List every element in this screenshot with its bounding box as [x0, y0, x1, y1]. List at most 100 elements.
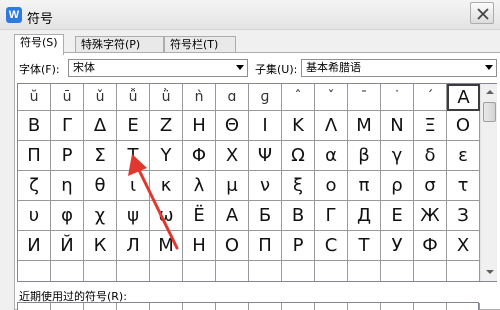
symbol-cell[interactable]: М [150, 231, 183, 261]
symbol-cell[interactable]: Γ [51, 111, 84, 141]
symbol-cell[interactable]: Ε [117, 111, 150, 141]
symbol-cell[interactable]: Б [249, 201, 282, 231]
symbol-cell[interactable]: Л [117, 231, 150, 261]
symbol-cell[interactable] [150, 261, 183, 281]
symbol-cell[interactable]: ε [447, 141, 480, 171]
tab-symbols[interactable]: 符号(S) [14, 34, 64, 55]
symbol-cell[interactable]: В [282, 201, 315, 231]
symbol-cell[interactable]: ο [315, 171, 348, 201]
symbol-cell[interactable]: Е [381, 201, 414, 231]
symbol-cell[interactable]: Ф [414, 231, 447, 261]
symbol-cell[interactable]: Σ [84, 141, 117, 171]
symbol-cell[interactable]: Ω [282, 141, 315, 171]
symbol-cell[interactable]: Ψ [249, 141, 282, 171]
symbol-cell[interactable]: κ [150, 171, 183, 201]
font-select[interactable]: 宋体 [68, 59, 248, 77]
symbol-cell[interactable]: Ж [414, 201, 447, 231]
symbol-cell[interactable]: Р [282, 231, 315, 261]
symbol-cell[interactable]: ω [150, 201, 183, 231]
symbol-cell[interactable]: ρ [381, 171, 414, 201]
symbol-cell[interactable]: Χ [216, 141, 249, 171]
subset-select[interactable]: 基本希腊语 [301, 59, 497, 77]
symbol-cell[interactable]: Κ [282, 111, 315, 141]
symbol-cell[interactable]: Ο [447, 111, 480, 141]
symbol-cell[interactable]: Τ [117, 141, 150, 171]
symbol-cell[interactable]: ˆ [282, 84, 315, 111]
symbol-cell[interactable]: χ [84, 201, 117, 231]
symbol-cell[interactable]: Λ [315, 111, 348, 141]
symbol-cell[interactable]: Μ [348, 111, 381, 141]
symbol-cell[interactable]: Φ [183, 141, 216, 171]
symbol-cell[interactable] [216, 261, 249, 281]
symbol-cell[interactable]: β [348, 141, 381, 171]
scroll-thumb[interactable] [483, 102, 496, 122]
symbol-cell[interactable] [18, 261, 51, 281]
symbol-cell[interactable]: ǹ [183, 84, 216, 111]
symbol-cell[interactable]: ǜ [150, 84, 183, 111]
symbol-cell[interactable] [348, 261, 381, 281]
symbol-cell[interactable]: Ξ [414, 111, 447, 141]
symbol-cell[interactable]: ǔ [84, 84, 117, 111]
symbol-cell[interactable]: φ [51, 201, 84, 231]
symbol-cell[interactable]: П [249, 231, 282, 261]
symbol-cell[interactable]: ɑ [216, 84, 249, 111]
symbol-cell[interactable]: σ [414, 171, 447, 201]
symbol-cell[interactable] [249, 261, 282, 281]
symbol-cell[interactable]: ǚ [117, 84, 150, 111]
symbol-cell[interactable]: ˙ [381, 84, 414, 111]
symbol-cell[interactable]: Ν [381, 111, 414, 141]
symbol-cell[interactable]: Г [315, 201, 348, 231]
symbol-cell[interactable] [84, 261, 117, 281]
symbol-cell[interactable]: Ι [249, 111, 282, 141]
symbol-cell[interactable]: У [381, 231, 414, 261]
symbol-cell[interactable]: τ [447, 171, 480, 201]
symbol-cell[interactable]: З [447, 201, 480, 231]
symbol-cell[interactable]: Н [183, 231, 216, 261]
symbol-cell[interactable]: λ [183, 171, 216, 201]
symbol-cell[interactable]: ŭ [18, 84, 51, 111]
symbol-cell[interactable]: К [84, 231, 117, 261]
symbol-cell[interactable]: И [18, 231, 51, 261]
symbol-cell[interactable]: ψ [117, 201, 150, 231]
symbol-cell[interactable] [51, 261, 84, 281]
symbol-cell[interactable] [282, 261, 315, 281]
symbol-cell[interactable]: ν [249, 171, 282, 201]
symbol-cell[interactable]: Π [18, 141, 51, 171]
symbol-cell[interactable]: Ζ [150, 111, 183, 141]
symbol-cell[interactable]: υ [18, 201, 51, 231]
symbol-cell[interactable]: γ [381, 141, 414, 171]
symbol-cell[interactable] [414, 261, 447, 281]
symbol-cell[interactable]: π [348, 171, 381, 201]
symbol-cell[interactable]: Ρ [51, 141, 84, 171]
symbol-cell[interactable]: Х [447, 231, 480, 261]
symbol-cell[interactable]: Т [348, 231, 381, 261]
symbol-cell[interactable] [315, 261, 348, 281]
symbol-cell[interactable]: ι [117, 171, 150, 201]
symbol-cell[interactable]: θ [84, 171, 117, 201]
symbol-cell[interactable] [183, 261, 216, 281]
recent-symbols-strip[interactable] [17, 302, 480, 310]
scroll-down-button[interactable] [481, 264, 498, 281]
symbol-cell[interactable]: ɡ [249, 84, 282, 111]
symbol-cell[interactable]: ū [51, 84, 84, 111]
symbol-cell[interactable]: Д [348, 201, 381, 231]
symbol-cell[interactable]: ˉ [348, 84, 381, 111]
symbol-cell[interactable]: μ [216, 171, 249, 201]
symbol-cell[interactable]: Υ [150, 141, 183, 171]
symbol-cell[interactable]: О [216, 231, 249, 261]
symbol-cell[interactable]: Ё [183, 201, 216, 231]
symbol-cell[interactable]: Η [183, 111, 216, 141]
symbol-cell[interactable] [447, 261, 480, 281]
symbol-cell[interactable]: Β [18, 111, 51, 141]
symbol-cell[interactable] [381, 261, 414, 281]
symbol-cell[interactable]: Δ [84, 111, 117, 141]
symbol-cell[interactable]: δ [414, 141, 447, 171]
symbol-cell[interactable]: α [315, 141, 348, 171]
symbol-cell[interactable]: η [51, 171, 84, 201]
symbol-cell[interactable] [117, 261, 150, 281]
symbol-cell[interactable]: ζ [18, 171, 51, 201]
symbol-cell[interactable]: Й [51, 231, 84, 261]
symbol-cell[interactable]: ξ [282, 171, 315, 201]
symbol-grid-scrollbar[interactable] [480, 84, 497, 281]
symbol-cell[interactable]: Α [447, 84, 480, 111]
